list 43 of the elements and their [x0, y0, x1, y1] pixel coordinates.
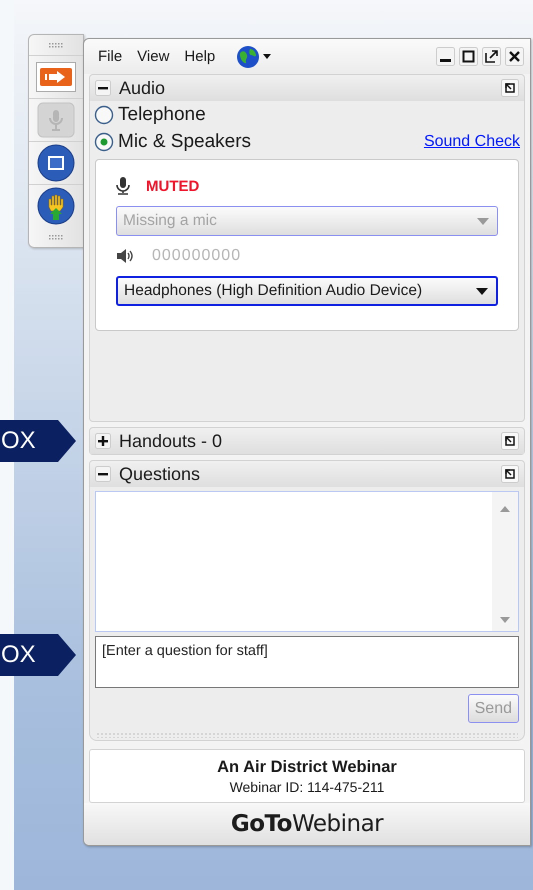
product-logo: GoToWebinar — [230, 811, 384, 837]
sound-check-link[interactable]: Sound Check — [424, 132, 520, 150]
dropdown-arrow-icon — [477, 218, 489, 224]
arrow-button-icon[interactable] — [36, 62, 76, 92]
scroll-up-icon[interactable] — [500, 506, 510, 512]
callout-label: OX — [0, 420, 76, 462]
raise-hand-button-icon[interactable] — [37, 187, 75, 225]
minimize-icon[interactable] — [436, 47, 455, 66]
panel-title: Questions — [119, 464, 200, 484]
question-input[interactable]: [Enter a question for staff] — [95, 636, 519, 688]
caret-icon[interactable] — [263, 54, 272, 59]
speaker-dropdown[interactable]: Headphones (High Definition Audio Device) — [116, 276, 498, 306]
panel-title: Handouts - 0 — [119, 430, 222, 452]
screen-button-icon[interactable] — [37, 144, 75, 182]
menu-item[interactable]: File — [98, 48, 122, 65]
collapse-icon[interactable] — [95, 80, 111, 96]
grip-icon[interactable] — [49, 234, 63, 240]
pop-out-icon[interactable] — [501, 465, 519, 483]
mute-status: MUTED — [146, 178, 200, 194]
speaker-level-meter: 000000000 — [152, 247, 242, 265]
scroll-down-icon[interactable] — [500, 617, 510, 623]
close-icon[interactable] — [505, 47, 524, 66]
webinar-title: An Air District Webinar — [217, 758, 397, 776]
menu-item[interactable]: Help — [184, 48, 216, 65]
radio-button[interactable] — [94, 132, 114, 152]
radio-label[interactable]: Mic & Speakers — [118, 130, 252, 152]
pop-out-icon[interactable] — [501, 432, 519, 450]
globe-icon[interactable] — [236, 44, 260, 68]
radio-button[interactable] — [94, 104, 114, 124]
pop-out-icon[interactable] — [482, 47, 501, 66]
collapse-icon[interactable] — [95, 466, 111, 482]
callout-label: OX — [0, 634, 76, 676]
pop-out-icon[interactable] — [501, 79, 519, 97]
grip-icon[interactable] — [49, 42, 63, 48]
webinar-id: Webinar ID: 114-475-211 — [230, 778, 384, 794]
panel-title: Audio — [119, 78, 166, 98]
radio-label[interactable]: Telephone — [118, 104, 206, 126]
menu-item[interactable]: View — [137, 48, 170, 65]
dropdown-arrow-icon — [476, 288, 488, 294]
expand-icon[interactable] — [95, 433, 111, 449]
speaker-icon — [116, 249, 134, 263]
microphone-icon — [116, 177, 130, 195]
maximize-icon[interactable] — [459, 47, 478, 66]
